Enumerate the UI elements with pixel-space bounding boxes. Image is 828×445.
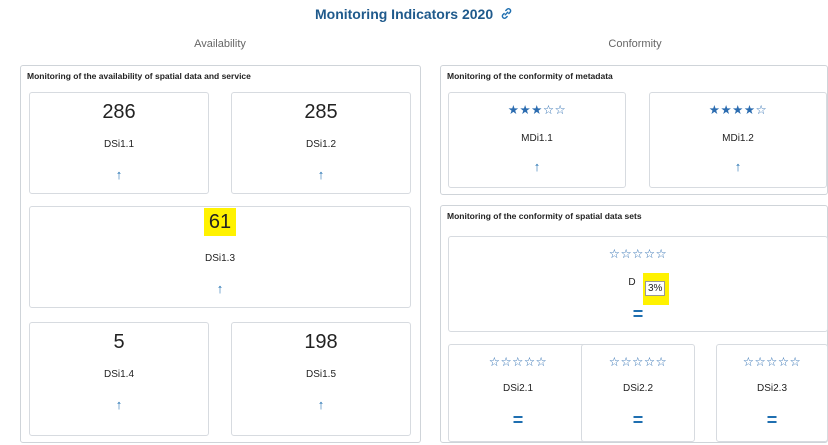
- indicator-card-dsi2-3[interactable]: ☆☆☆☆☆ DSi2.3 =: [716, 344, 828, 442]
- trend-up-icon: ↑: [317, 397, 325, 412]
- indicator-label: DSi1.2: [305, 139, 336, 150]
- indicator-card-dsi1-2[interactable]: 285 DSi1.2 ↑: [231, 92, 411, 194]
- indicator-label: D: [628, 277, 636, 288]
- indicator-label: MDi1.2: [722, 133, 754, 144]
- metadata-conformity-panel: Monitoring of the conformity of metadata…: [440, 65, 828, 195]
- datasets-panel-title: Monitoring of the conformity of spatial …: [447, 211, 642, 221]
- indicator-card-mdi1-1[interactable]: ★★★☆☆ MDi1.1 ↑: [448, 92, 626, 188]
- indicator-value: 61: [30, 208, 410, 236]
- page-title: Monitoring Indicators 2020: [0, 6, 828, 23]
- indicator-label: DSi1.1: [103, 139, 134, 150]
- metadata-panel-title: Monitoring of the conformity of metadata: [447, 71, 613, 81]
- indicator-card-dsi2[interactable]: ☆☆☆☆☆ D = 3%: [448, 236, 828, 332]
- availability-panel-title: Monitoring of the availability of spatia…: [27, 71, 251, 81]
- trend-up-icon: ↑: [317, 167, 325, 182]
- trend-equal-icon: =: [632, 304, 644, 324]
- trend-up-icon: ↑: [533, 159, 541, 174]
- trend-equal-icon: =: [632, 410, 644, 430]
- trend-up-icon: ↑: [216, 281, 224, 296]
- indicator-value: 5: [113, 331, 125, 353]
- value-tooltip: 3%: [645, 281, 666, 296]
- star-rating-icon: ☆☆☆☆☆: [488, 355, 548, 369]
- availability-panel: Monitoring of the availability of spatia…: [20, 65, 421, 443]
- star-rating-icon: ★★★☆☆: [507, 103, 567, 117]
- indicator-label: DSi1.5: [305, 369, 336, 380]
- indicator-card-dsi1-5[interactable]: 198 DSi1.5 ↑: [231, 322, 411, 436]
- indicator-value: 285: [304, 101, 338, 123]
- indicator-card-dsi1-4[interactable]: 5 DSi1.4 ↑: [29, 322, 209, 436]
- indicator-label: DSi1.4: [103, 369, 134, 380]
- indicator-card-mdi1-2[interactable]: ★★★★☆ MDi1.2 ↑: [649, 92, 827, 188]
- star-rating-icon: ☆☆☆☆☆: [742, 355, 802, 369]
- trend-equal-icon: =: [766, 410, 778, 430]
- star-rating-icon: ☆☆☆☆☆: [608, 247, 668, 261]
- indicator-label: DSi2.3: [756, 383, 787, 394]
- trend-up-icon: ↑: [115, 397, 123, 412]
- indicator-card-dsi1-3[interactable]: 61 DSi1.3 ↑: [29, 206, 411, 308]
- indicator-label: DSi1.3: [204, 253, 235, 264]
- indicator-value: 286: [102, 101, 136, 123]
- indicator-card-dsi1-1[interactable]: 286 DSi1.1 ↑: [29, 92, 209, 194]
- page-title-text: Monitoring Indicators 2020: [314, 6, 494, 22]
- star-rating-icon: ★★★★☆: [708, 103, 768, 117]
- highlighted-value: 61: [203, 208, 237, 236]
- indicator-card-dsi2-1[interactable]: ☆☆☆☆☆ DSi2.1 =: [448, 344, 588, 442]
- trend-up-icon: ↑: [734, 159, 742, 174]
- star-rating-icon: ☆☆☆☆☆: [608, 355, 668, 369]
- indicator-label: DSi2.2: [622, 383, 653, 394]
- indicator-card-dsi2-2[interactable]: ☆☆☆☆☆ DSi2.2 =: [581, 344, 695, 442]
- availability-heading: Availability: [194, 38, 246, 50]
- indicator-label: DSi2.1: [502, 383, 533, 394]
- indicator-value: 198: [304, 331, 338, 353]
- trend-equal-icon: =: [512, 410, 524, 430]
- trend-up-icon: ↑: [115, 167, 123, 182]
- link-icon[interactable]: [500, 7, 513, 23]
- datasets-conformity-panel: Monitoring of the conformity of spatial …: [440, 205, 828, 443]
- conformity-heading: Conformity: [608, 38, 662, 50]
- indicator-label: MDi1.1: [521, 133, 553, 144]
